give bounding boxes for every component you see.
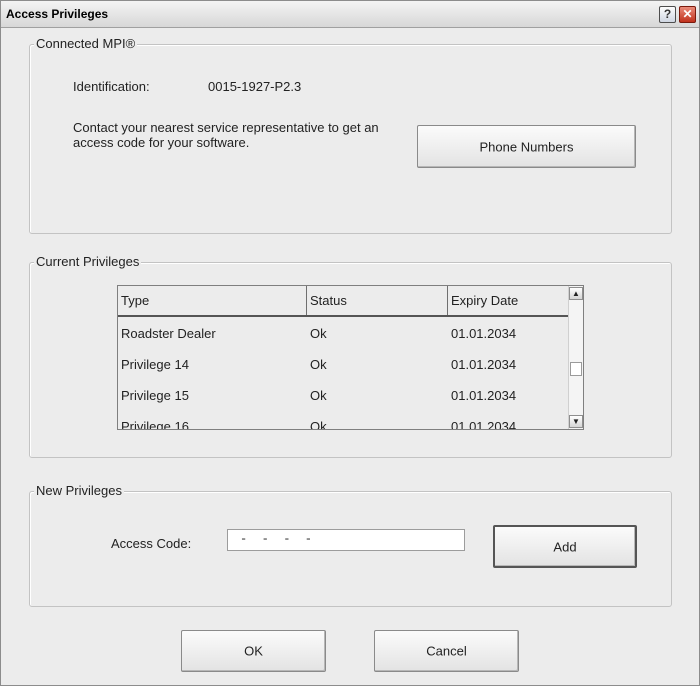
table-row[interactable]: Privilege 15 Ok 01.01.2034 <box>118 380 568 411</box>
ok-button-label: OK <box>244 643 263 659</box>
identification-value: 0015-1927-P2.3 <box>208 79 302 94</box>
cancel-button-label: Cancel <box>426 643 467 659</box>
window-title: Access Privileges <box>6 7 109 21</box>
row-status: Ok <box>310 326 327 341</box>
list-header: Type Status Expiry Date <box>118 286 568 317</box>
scroll-down-arrow-icon[interactable]: ▼ <box>569 415 583 428</box>
row-status: Ok <box>310 419 327 430</box>
help-button[interactable]: ? <box>659 6 676 23</box>
vertical-scrollbar[interactable]: ▲ ▼ <box>568 286 583 429</box>
add-button[interactable]: Add <box>493 525 637 568</box>
row-type: Privilege 15 <box>121 388 189 403</box>
identification-label: Identification: <box>73 79 150 94</box>
phone-numbers-button-label: Phone Numbers <box>479 139 574 154</box>
access-privileges-dialog: Access Privileges ? ✕ Connected MPI® Ide… <box>0 0 700 686</box>
close-button[interactable]: ✕ <box>679 6 696 23</box>
table-row[interactable]: Roadster Dealer Ok 01.01.2034 <box>118 318 568 349</box>
phone-numbers-button[interactable]: Phone Numbers <box>417 125 636 168</box>
privileges-list[interactable]: Type Status Expiry Date Roadster Dealer … <box>117 285 584 430</box>
column-header-expiry[interactable]: Expiry Date <box>448 286 568 315</box>
new-privileges-group-label: New Privileges <box>34 483 124 498</box>
row-type: Privilege 14 <box>121 357 189 372</box>
row-expiry: 01.01.2034 <box>451 419 517 430</box>
contact-text-line2: access code for your software. <box>73 135 250 150</box>
add-button-label: Add <box>553 539 577 554</box>
row-type: Privilege 16 <box>121 419 189 430</box>
connected-mpi-group-label: Connected MPI® <box>34 36 138 51</box>
row-expiry: 01.01.2034 <box>451 357 517 372</box>
table-row[interactable]: Privilege 14 Ok 01.01.2034 <box>118 349 568 380</box>
scroll-thumb[interactable] <box>570 362 582 376</box>
scroll-up-arrow-icon[interactable]: ▲ <box>569 287 583 300</box>
cancel-button[interactable]: Cancel <box>374 630 519 672</box>
ok-button[interactable]: OK <box>181 630 326 672</box>
access-code-input[interactable]: - - - - <box>227 529 465 551</box>
row-expiry: 01.01.2034 <box>451 326 517 341</box>
contact-text-line1: Contact your nearest service representat… <box>73 120 379 135</box>
row-type: Roadster Dealer <box>121 326 216 341</box>
column-header-type[interactable]: Type <box>118 286 307 315</box>
row-expiry: 01.01.2034 <box>451 388 517 403</box>
column-header-status[interactable]: Status <box>307 286 448 315</box>
row-status: Ok <box>310 357 327 372</box>
access-code-label: Access Code: <box>111 536 192 551</box>
current-privileges-group-label: Current Privileges <box>34 254 142 269</box>
table-row[interactable]: Privilege 16 Ok 01.01.2034 <box>118 411 568 430</box>
close-icon: ✕ <box>682 7 693 21</box>
help-icon: ? <box>663 7 672 21</box>
row-status: Ok <box>310 388 327 403</box>
title-bar: Access Privileges ? ✕ <box>1 1 699 28</box>
